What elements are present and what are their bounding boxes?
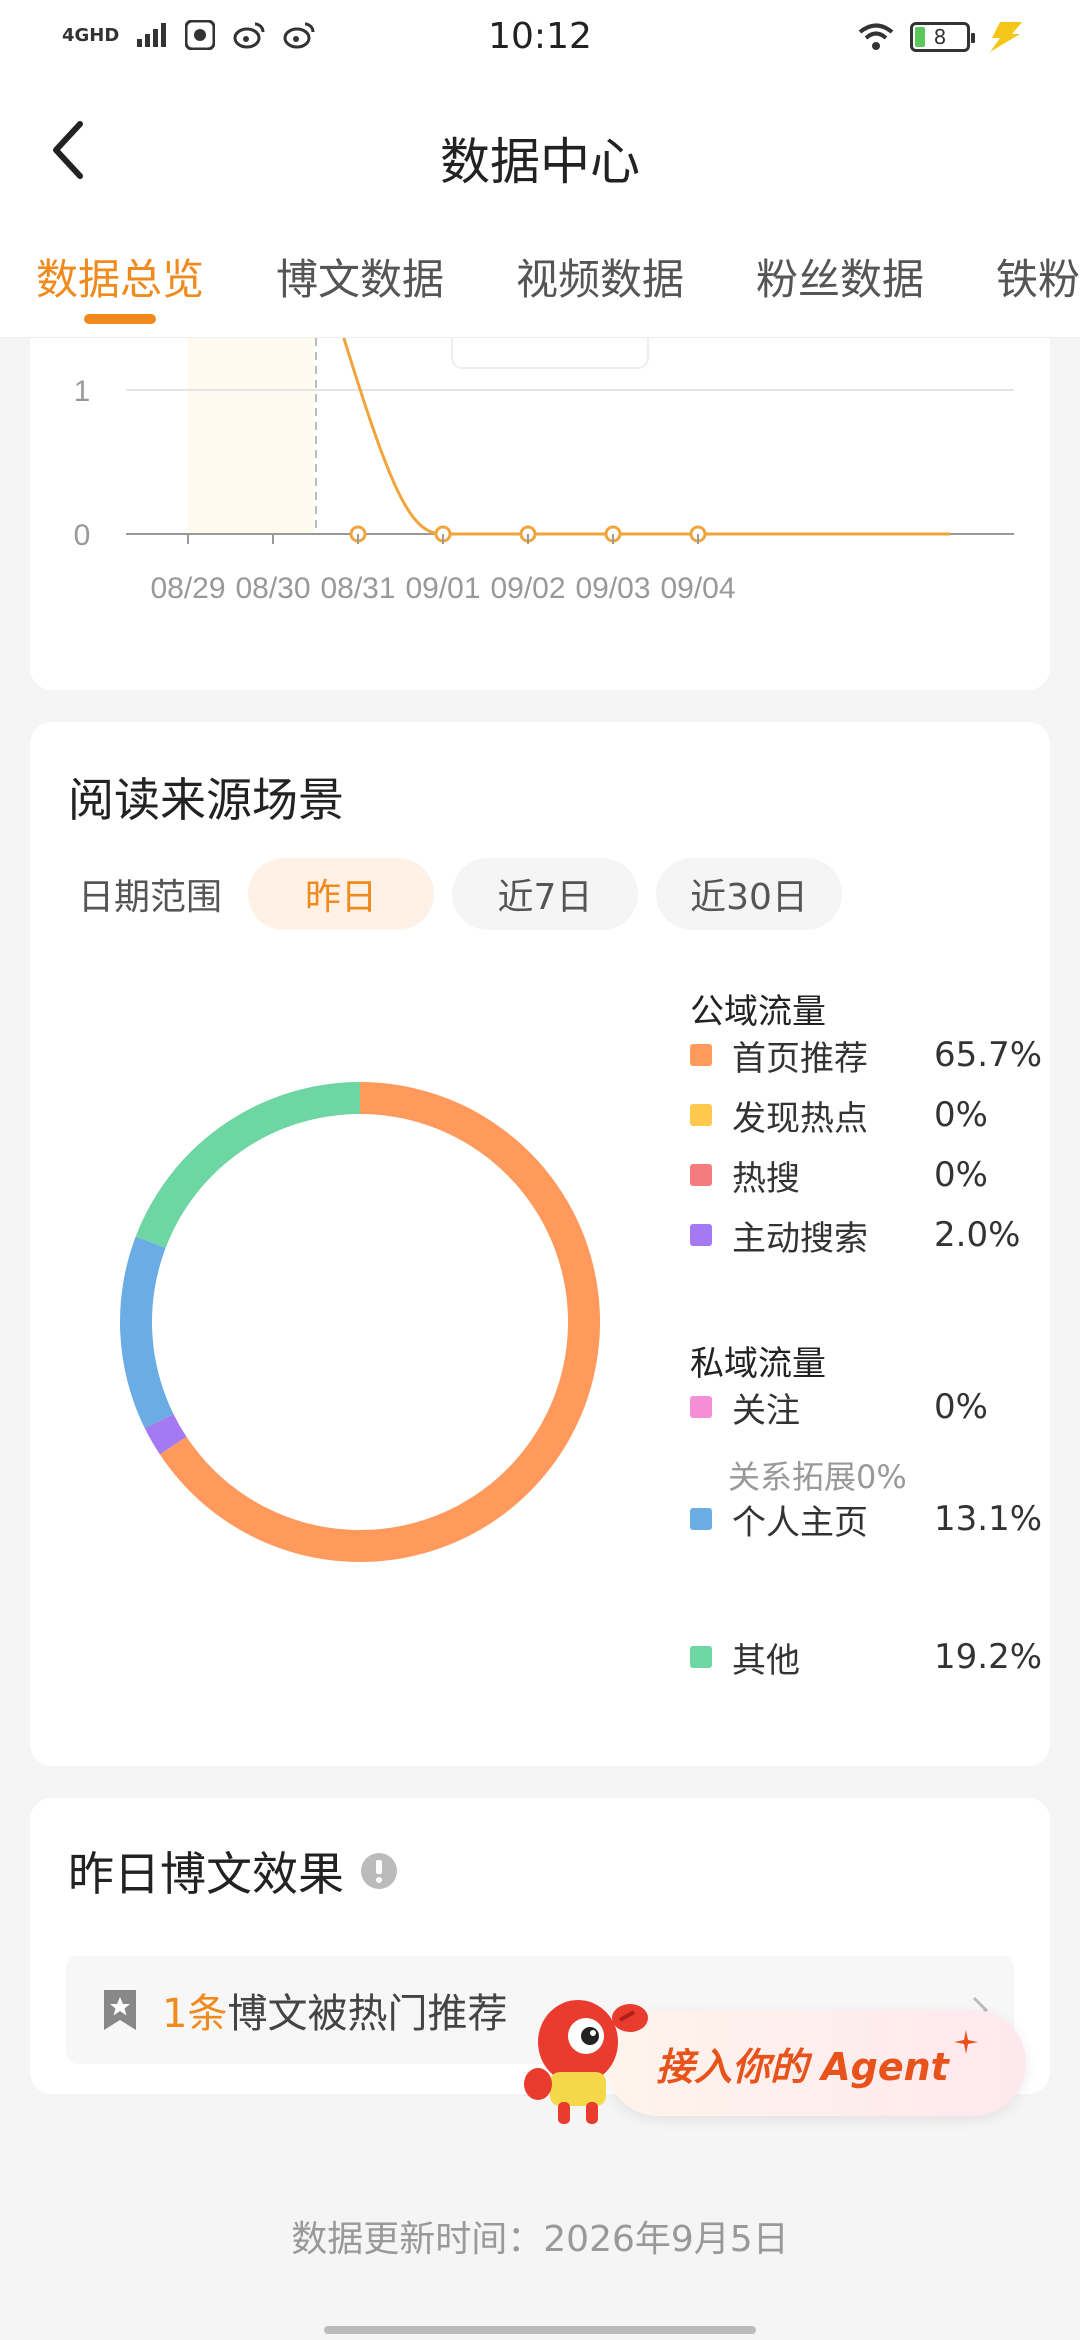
x-tick-label: 09/03 <box>575 572 650 605</box>
x-tick-label: 08/29 <box>150 572 225 605</box>
legend-value: 13.1% <box>934 1499 1043 1539</box>
yesterday-effect-header: 昨日博文效果 <box>68 1838 398 1904</box>
date-range-label: 日期范围 <box>78 877 223 918</box>
swatch-discover-hot <box>690 1104 712 1126</box>
tab-post-data[interactable]: 博文数据 <box>276 246 444 307</box>
date-option-7d[interactable]: 近7日 <box>452 858 638 930</box>
tab-iron-fans[interactable]: 铁粉 <box>996 246 1080 307</box>
highlight-band <box>188 338 314 534</box>
status-bar: 4GHD 10:12 8 <box>0 0 1080 84</box>
status-right: 8 <box>858 22 1022 52</box>
hot-recommend-label: 博文被热门推荐 <box>227 1991 508 2037</box>
tooltip-box <box>451 317 649 369</box>
swatch-follow <box>690 1396 712 1418</box>
legend-value: 19.2% <box>934 1637 1043 1677</box>
page-title: 数据中心 <box>440 133 640 191</box>
tab-active-indicator <box>84 314 156 324</box>
private-traffic-heading: 私域流量 <box>690 1344 826 1384</box>
donut-slice-5 <box>119 1236 174 1429</box>
legend-item-other: 其他 19.2% <box>690 1632 1050 1682</box>
wifi-icon <box>858 23 894 50</box>
legend-name: 关注 <box>732 1390 800 1431</box>
legend-value: 0% <box>934 1095 988 1135</box>
legend-value: 0% <box>934 1155 988 1195</box>
top-header: 4GHD 10:12 8 数据中心 数据总览 博文数据 视频数据 粉丝数据 铁粉 <box>0 0 1080 338</box>
trend-chart-card: 1 0 08/29 08/30 08/31 09/01 09/02 09/03 09/04 <box>30 317 1050 690</box>
x-tick-label: 09/01 <box>405 572 480 605</box>
y-tick-label: 1 <box>74 375 91 408</box>
relation-note: 关系拓展0% <box>728 1458 907 1496</box>
agent-button-label: 接入你的 Agent <box>656 2045 949 2089</box>
home-indicator <box>324 2326 756 2334</box>
public-traffic-heading: 公域流量 <box>690 992 826 1032</box>
donut-slice-6 <box>135 1082 360 1248</box>
trend-line <box>340 331 950 536</box>
x-tick-label: 08/31 <box>320 572 395 605</box>
yesterday-effect-title: 昨日博文效果 <box>68 1847 344 1901</box>
date-range-row: 日期范围 昨日 近7日 近30日 <box>78 858 860 930</box>
tab-overview[interactable]: 数据总览 <box>36 246 204 307</box>
tab-video-data[interactable]: 视频数据 <box>516 246 684 307</box>
date-option-yesterday[interactable]: 昨日 <box>248 858 434 930</box>
legend-value: 0% <box>934 1387 988 1427</box>
tab-fans-data[interactable]: 粉丝数据 <box>756 246 924 307</box>
swatch-homepage-rec <box>690 1044 712 1066</box>
x-tick-label: 08/30 <box>235 572 310 605</box>
agent-floating-button[interactable]: 接入你的 Agent <box>516 1990 1026 2128</box>
legend-value: 65.7% <box>934 1035 1043 1075</box>
legend-value: 2.0% <box>934 1215 1021 1255</box>
trend-chart: 1 0 08/29 08/30 08/31 09/01 09/02 09/03 09/04 <box>74 317 1014 605</box>
swatch-active-search <box>690 1224 712 1246</box>
legend-item-homepage-rec: 首页推荐 65.7% <box>690 1030 1050 1080</box>
charging-icon <box>990 22 1022 52</box>
nav-bar: 数据中心 <box>0 100 1080 200</box>
info-icon[interactable] <box>360 1852 398 1890</box>
legend-name: 其他 <box>732 1640 800 1681</box>
legend-name: 个人主页 <box>732 1502 868 1543</box>
hot-recommend-count: 1条 <box>162 1991 228 2037</box>
bookmark-star-icon <box>104 1990 136 2030</box>
battery-icon: 8 <box>910 22 975 52</box>
swatch-other <box>690 1646 712 1668</box>
tab-bar: 数据总览 博文数据 视频数据 粉丝数据 铁粉 <box>0 238 1080 338</box>
donut-chart <box>119 1082 600 1562</box>
x-tick-label: 09/04 <box>660 572 735 605</box>
legend-name: 热搜 <box>732 1158 800 1199</box>
mascot-icon <box>524 2000 648 2124</box>
legend-name: 发现热点 <box>732 1098 868 1139</box>
read-source-card: 阅读来源场景 日期范围 昨日 近7日 近30日 公域流量 首页推荐 65.7% … <box>30 722 1050 1766</box>
x-tick-label: 09/02 <box>490 572 565 605</box>
legend-item-profile: 个人主页 13.1% <box>690 1494 1050 1544</box>
sparkle-icon <box>954 2030 978 2054</box>
battery-level: 8 <box>933 25 947 49</box>
legend-name: 首页推荐 <box>732 1038 868 1079</box>
legend-name: 主动搜索 <box>732 1218 868 1259</box>
legend-item-discover-hot: 发现热点 0% <box>690 1090 1050 1140</box>
legend-item-hot-search: 热搜 0% <box>690 1150 1050 1200</box>
update-time: 数据更新时间：2026年9月5日 <box>291 2219 789 2260</box>
swatch-hot-search <box>690 1164 712 1186</box>
legend-item-active-search: 主动搜索 2.0% <box>690 1210 1050 1260</box>
y-tick-label: 0 <box>74 519 91 552</box>
legend-item-follow: 关注 0% <box>690 1382 1050 1432</box>
swatch-profile <box>690 1508 712 1530</box>
date-option-30d[interactable]: 近30日 <box>656 858 842 930</box>
read-source-title: 阅读来源场景 <box>68 773 344 827</box>
hot-recommend-text: 1条博文被热门推荐 <box>162 1981 507 2039</box>
